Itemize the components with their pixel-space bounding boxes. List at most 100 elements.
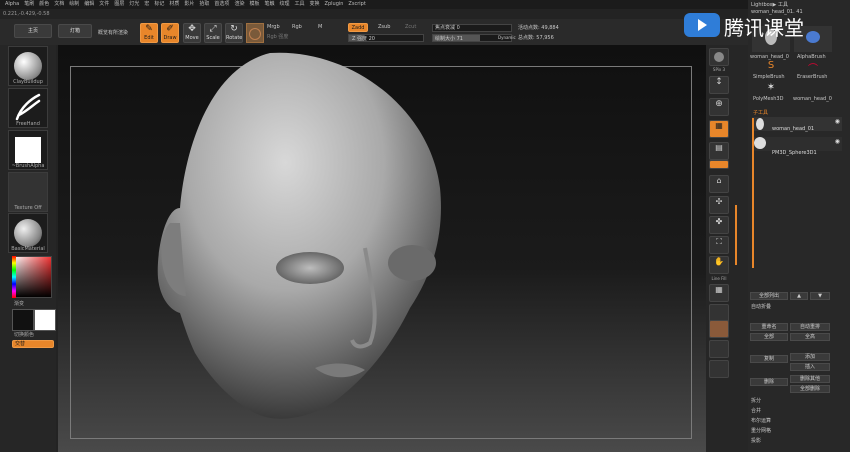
solo-button[interactable]: [709, 320, 729, 338]
menu-item-2[interactable]: 颜色: [39, 0, 49, 9]
bpr-button[interactable]: [709, 48, 729, 66]
secondary-color-swatch[interactable]: [34, 309, 56, 331]
ghost-button[interactable]: [709, 340, 729, 358]
project-button[interactable]: 投影: [751, 437, 761, 444]
move-button[interactable]: ✥ Move: [183, 23, 201, 43]
draw-label: Draw: [163, 35, 177, 41]
auto-collapse-button[interactable]: 自动折叠: [751, 303, 771, 310]
menu-item-17[interactable]: 笔触: [264, 0, 274, 9]
tool-thumb-woman-head-2[interactable]: [794, 82, 832, 96]
menu-item-3[interactable]: 文档: [54, 0, 64, 9]
menu-item-8[interactable]: 灯光: [129, 0, 139, 9]
tool-label-2: SimpleBrush: [753, 74, 785, 80]
menu-item-6[interactable]: 文件: [99, 0, 109, 9]
color-picker[interactable]: [12, 256, 52, 298]
projection-master-button[interactable]: 概览有所渲染: [98, 29, 128, 36]
line-fill-label: Line Fill: [711, 276, 727, 281]
xyz-button[interactable]: ✤: [709, 216, 729, 234]
move-label: Move: [185, 35, 199, 41]
merge-button[interactable]: 合并: [751, 407, 761, 414]
alternate-button[interactable]: 交替: [12, 340, 54, 348]
list-all-button[interactable]: 全部列出: [750, 292, 788, 300]
frame-button[interactable]: ⛶: [709, 236, 729, 254]
arrow-up-button[interactable]: ▲: [790, 292, 808, 300]
subtool-item-woman-head[interactable]: woman_head_01 ◉: [752, 117, 842, 132]
scale-button[interactable]: ⤢ Scale: [204, 23, 222, 43]
auto-reorder-button[interactable]: 自动重排: [790, 323, 830, 331]
frame-icon: ⛶: [716, 237, 722, 246]
all-low-button[interactable]: 全部: [750, 333, 788, 341]
menu-item-10[interactable]: 标记: [154, 0, 164, 9]
menu-item-19[interactable]: 工具: [295, 0, 305, 9]
menu-item-9[interactable]: 宏: [144, 0, 149, 9]
scroll-button[interactable]: ↕: [709, 76, 729, 94]
rgb-intensity-slider[interactable]: Rgb 强度: [267, 33, 288, 40]
persp-button[interactable]: [709, 160, 729, 169]
main-color-swatch[interactable]: [12, 309, 34, 331]
append-button[interactable]: 添加: [790, 353, 830, 361]
rotate-button[interactable]: ↻ Rotate: [225, 23, 243, 43]
menu-item-21[interactable]: Zplugin: [325, 0, 344, 9]
tool-thumb-polymesh[interactable]: ✶: [752, 82, 790, 96]
menu-item-5[interactable]: 编辑: [84, 0, 94, 9]
menu-item-18[interactable]: 纹理: [279, 0, 289, 9]
tool-thumb-eraserbrush[interactable]: ⌒: [794, 60, 832, 75]
subtool-scrollbar[interactable]: [752, 118, 754, 268]
delete-button[interactable]: 删除: [750, 378, 788, 386]
edit-button[interactable]: ✎ Edit: [140, 23, 158, 43]
zsub-button[interactable]: Zsub: [378, 24, 390, 30]
menu-item-1[interactable]: 笔刷: [24, 0, 34, 9]
arrow-down-button[interactable]: ▼: [810, 292, 830, 300]
xpose-button[interactable]: [709, 360, 729, 378]
eye-icon[interactable]: ◉: [835, 118, 840, 125]
remesh-button[interactable]: 重分网格: [751, 427, 771, 434]
tool-strip-scrollbar[interactable]: [735, 205, 737, 265]
menu-item-14[interactable]: 首选项: [214, 0, 229, 9]
delete-other-button[interactable]: 删除其他: [790, 375, 830, 383]
polyf-button[interactable]: ▦: [709, 284, 729, 302]
rgb-button[interactable]: Rgb: [292, 24, 302, 30]
hue-strip[interactable]: [12, 256, 16, 298]
subtool-sphere-icon: [754, 137, 766, 149]
insert-button[interactable]: 插入: [790, 363, 830, 371]
aahalf-button[interactable]: ▤: [709, 142, 729, 160]
sculpted-head-model[interactable]: [140, 48, 470, 428]
actual-button[interactable]: ▦: [709, 120, 729, 138]
draw-button[interactable]: ✐ Draw: [161, 23, 179, 43]
lightbox-button[interactable]: 灯箱: [58, 24, 92, 38]
rename-button[interactable]: 重命名: [750, 323, 788, 331]
menu-item-20[interactable]: 变换: [310, 0, 320, 9]
floor-button[interactable]: ⌂: [709, 175, 729, 193]
menu-item-16[interactable]: 模板: [249, 0, 259, 9]
boolean-button[interactable]: 布尔运算: [751, 417, 771, 424]
draw-size-label: 绘制大小 71: [435, 36, 463, 42]
subtool-name-0: woman_head_01: [772, 126, 815, 132]
menu-item-0[interactable]: Alpha: [5, 0, 19, 9]
menu-item-12[interactable]: 影片: [184, 0, 194, 9]
all-high-button[interactable]: 全高: [790, 333, 830, 341]
local-button[interactable]: ✣: [709, 196, 729, 214]
menu-item-4[interactable]: 绘制: [69, 0, 79, 9]
zoom-button[interactable]: ⊕: [709, 98, 729, 116]
zcut-button[interactable]: Zcut: [405, 24, 416, 30]
menu-item-22[interactable]: Zscript: [348, 0, 365, 9]
home-button[interactable]: 主页: [14, 24, 52, 38]
duplicate-button[interactable]: 复制: [750, 355, 788, 363]
split-button[interactable]: 拆分: [751, 397, 761, 404]
dynamic-button[interactable]: Dynamic: [498, 35, 516, 40]
move-view-button[interactable]: ✋: [709, 256, 729, 274]
tool-thumb-simplebrush[interactable]: S: [752, 60, 790, 74]
menu-item-13[interactable]: 拾取: [199, 0, 209, 9]
delete-all-button[interactable]: 全部删除: [790, 385, 830, 393]
menu-item-11[interactable]: 材质: [169, 0, 179, 9]
mrgb-button[interactable]: Mrgb: [267, 24, 280, 30]
material-swatch-button[interactable]: [246, 23, 264, 43]
subtool-item-sphere[interactable]: PM3D_Sphere3D1 ◉: [752, 137, 842, 156]
head-shape: [157, 52, 441, 419]
menu-item-15[interactable]: 渲染: [234, 0, 244, 9]
alpha-label: ~BrushAlpha: [11, 163, 45, 169]
m-button[interactable]: M: [318, 24, 322, 30]
zadd-button[interactable]: Zadd: [348, 23, 368, 32]
eye-icon[interactable]: ◉: [835, 138, 840, 145]
menu-item-7[interactable]: 图层: [114, 0, 124, 9]
